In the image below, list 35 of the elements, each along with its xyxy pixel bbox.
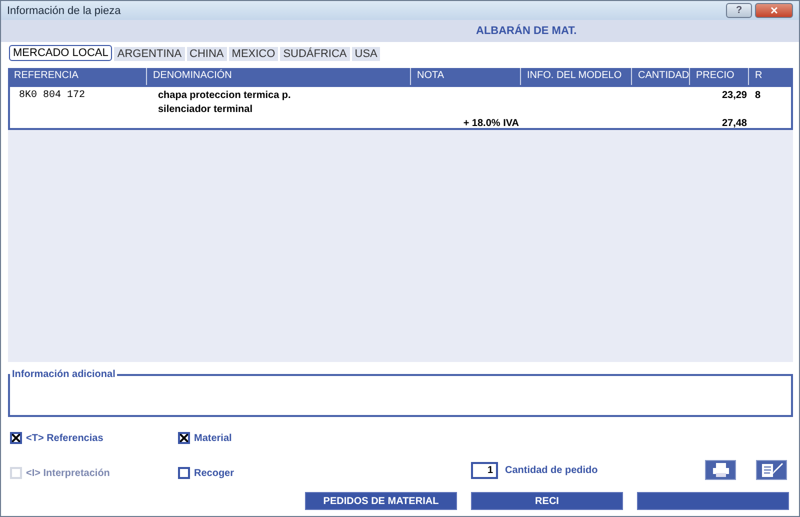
table-cell-text: silenciador terminal — [157, 103, 254, 116]
quantity-field[interactable]: 1 — [471, 462, 498, 478]
table-cell-text: 8 — [754, 89, 762, 102]
checkbox-label: Recoger — [194, 468, 234, 478]
tab[interactable]: USA — [352, 47, 380, 61]
action-button[interactable]: PEDIDOS DE MATERIAL — [305, 492, 457, 510]
document-pen-icon — [760, 462, 782, 478]
tab[interactable]: MEXICO — [228, 47, 278, 61]
printer-icon — [712, 463, 730, 477]
action-button[interactable]: RECI — [471, 492, 623, 510]
table-cell-text: 23,29 — [720, 89, 748, 102]
table-cell-text: 8K0 804 172 — [18, 89, 86, 102]
checkbox-label: <I> Interpretación — [26, 468, 110, 478]
checkbox-label: Material — [194, 432, 232, 444]
checkbox-label: <T> Referencias — [26, 432, 104, 444]
header-title: ALBARÁN DE MAT. — [476, 25, 577, 37]
window-title: Información de la pieza — [7, 4, 122, 16]
checkbox[interactable] — [178, 467, 190, 479]
checkbox[interactable] — [10, 432, 22, 444]
help-button[interactable]: ? — [726, 3, 752, 18]
column-header[interactable]: R — [749, 68, 793, 85]
quantity-label: Cantidad de pedido — [505, 464, 599, 476]
table-cell-text: + 18.0% IVA — [462, 117, 520, 130]
tab[interactable]: MERCADO LOCAL — [9, 45, 112, 61]
additional-info-label: Información adicional — [11, 369, 116, 380]
print-button[interactable] — [705, 460, 736, 480]
checkbox[interactable] — [178, 432, 190, 444]
tab[interactable]: SUDÁFRICA — [280, 47, 350, 61]
close-button[interactable]: ✕ — [755, 3, 793, 18]
table-cell-text: chapa proteccion termica p. — [157, 89, 292, 102]
table-cell-text: 27,48 — [720, 117, 748, 130]
edit-button[interactable] — [756, 460, 787, 480]
additional-info-box[interactable]: Información adicional — [8, 369, 793, 417]
tab[interactable]: CHINA — [186, 47, 227, 61]
tab[interactable]: ARGENTINA — [114, 47, 185, 61]
